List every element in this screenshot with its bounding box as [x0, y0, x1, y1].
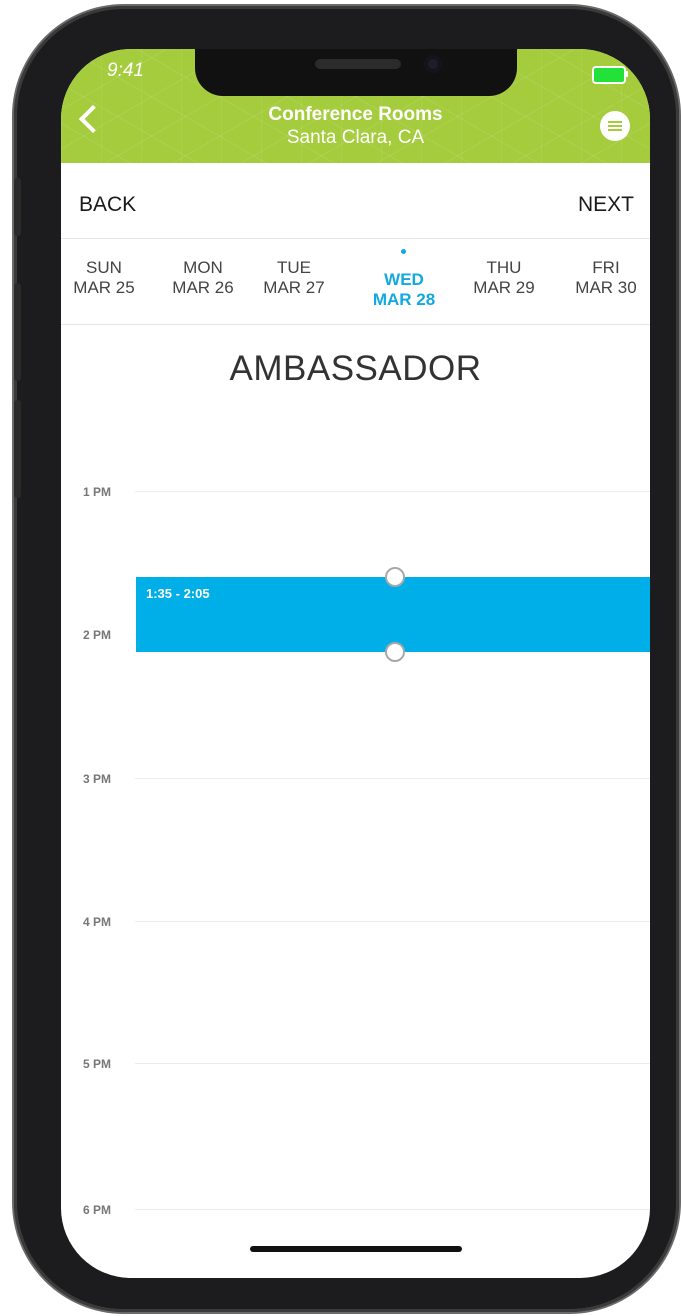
day-of-week: THU — [486, 258, 522, 277]
volume-down-button — [14, 400, 21, 498]
header-title: Conference Rooms — [268, 104, 443, 125]
status-time: 9:41 — [107, 60, 144, 81]
hamburger-menu-icon[interactable] — [600, 111, 630, 141]
day-date: MAR 30 — [575, 278, 637, 297]
day-of-week: SUN — [86, 258, 122, 277]
hour-label: 3 PM — [83, 772, 112, 786]
speaker-grille — [315, 59, 401, 69]
front-camera — [424, 55, 442, 73]
selected-day-indicator — [401, 249, 406, 254]
day-date: MAR 26 — [172, 278, 234, 297]
back-button[interactable]: BACK — [79, 193, 136, 217]
app-screen: 9:41 Conference Rooms Santa Clara, CA BA… — [61, 49, 650, 1278]
day-date: MAR 28 — [372, 290, 436, 309]
hour-line — [135, 1209, 650, 1210]
device-notch — [195, 49, 517, 96]
hour-label: 4 PM — [83, 915, 112, 929]
hour-label: 1 PM — [83, 485, 112, 499]
day-mon[interactable]: MON MAR 26 — [163, 258, 243, 298]
day-of-week: TUE — [277, 258, 311, 277]
header-subtitle: Santa Clara, CA — [286, 127, 425, 148]
day-fri[interactable]: FRI MAR 30 — [566, 258, 646, 298]
battery-tip — [625, 71, 628, 77]
day-of-week: WED — [384, 270, 424, 289]
room-name: AMBASSADOR — [229, 349, 482, 388]
day-date: MAR 27 — [263, 278, 325, 297]
event-end-drag-handle[interactable] — [385, 642, 405, 662]
day-date: MAR 25 — [73, 278, 135, 297]
nav-divider — [61, 238, 650, 239]
hour-line — [135, 491, 650, 492]
event-start-drag-handle[interactable] — [385, 567, 405, 587]
day-wed-selected[interactable]: WED MAR 28 — [364, 270, 444, 310]
hour-line — [135, 778, 650, 779]
booking-event-block[interactable]: 1:35 - 2:05 — [136, 577, 650, 652]
battery-icon — [592, 66, 626, 84]
day-thu[interactable]: THU MAR 29 — [464, 258, 544, 298]
day-of-week: FRI — [592, 258, 620, 277]
hour-label: 2 PM — [83, 628, 112, 642]
event-time-range: 1:35 - 2:05 — [146, 586, 210, 601]
hour-line — [135, 921, 650, 922]
hour-label: 6 PM — [83, 1203, 112, 1217]
hour-line — [135, 1063, 650, 1064]
mute-switch — [14, 178, 21, 236]
day-sun[interactable]: SUN MAR 25 — [64, 258, 144, 298]
day-tue[interactable]: TUE MAR 27 — [254, 258, 334, 298]
day-date: MAR 29 — [473, 278, 535, 297]
volume-up-button — [14, 283, 21, 381]
hour-label: 5 PM — [83, 1057, 112, 1071]
home-indicator[interactable] — [250, 1246, 462, 1252]
app-header: 9:41 Conference Rooms Santa Clara, CA — [61, 49, 650, 163]
days-divider — [61, 324, 650, 325]
day-of-week: MON — [183, 258, 223, 277]
next-button[interactable]: NEXT — [578, 193, 634, 217]
